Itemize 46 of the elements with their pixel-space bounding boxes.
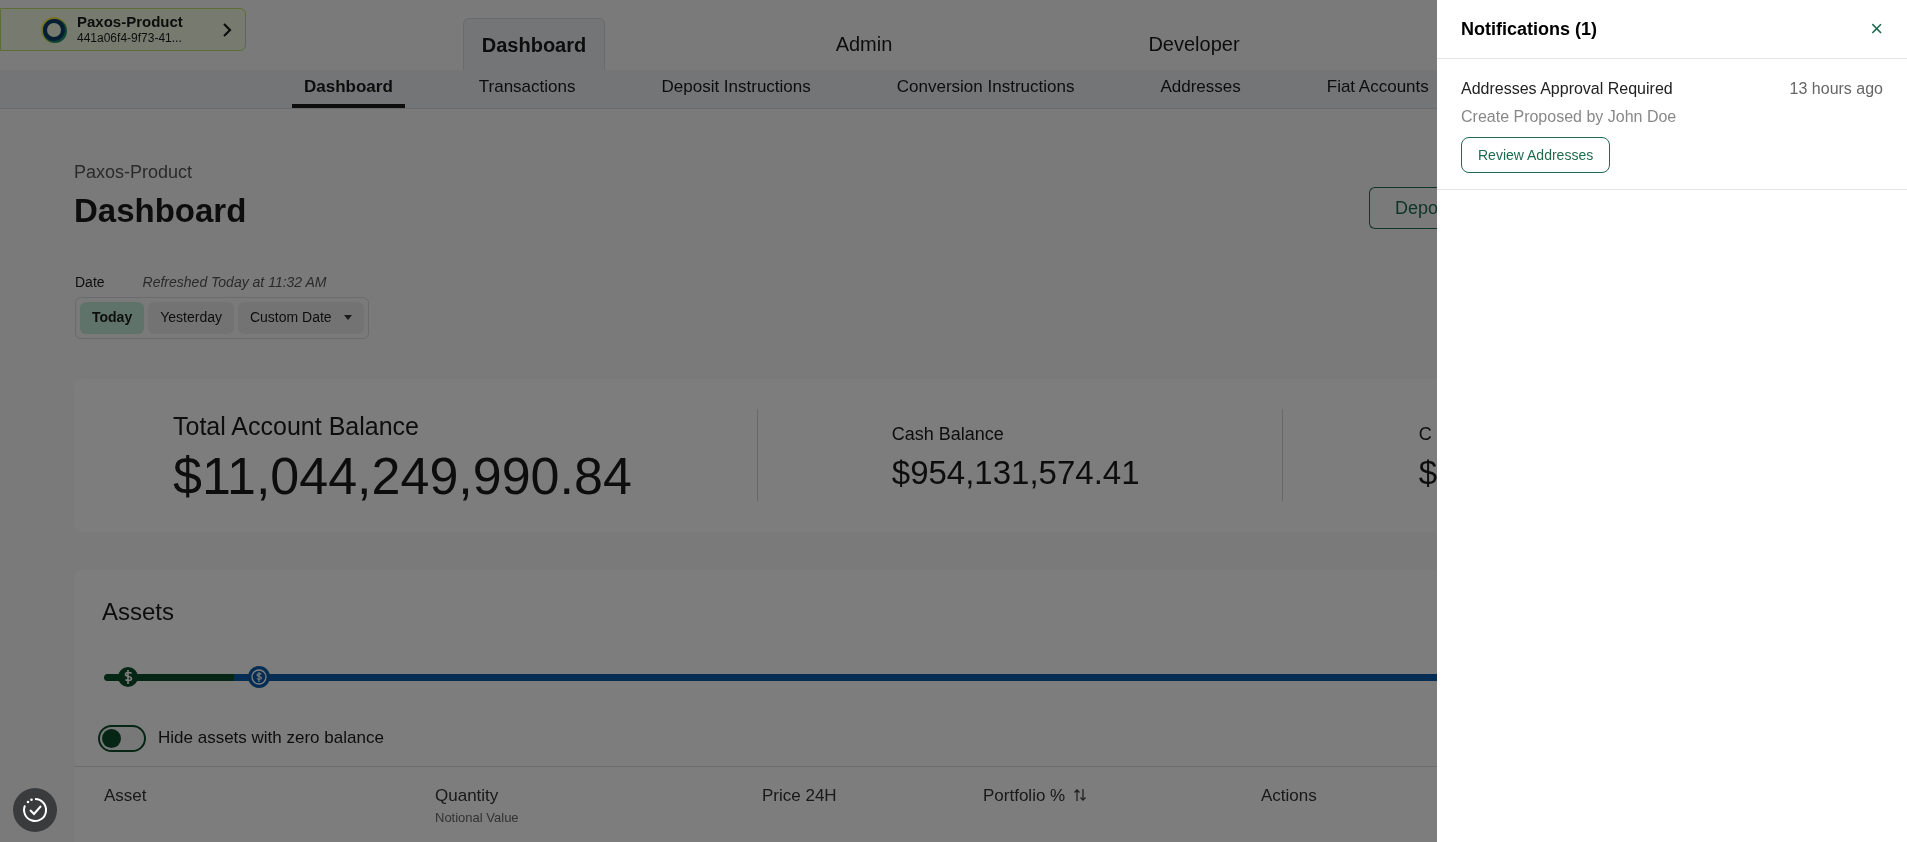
refresh-time: Refreshed Today at 11:32 AM (142, 272, 327, 292)
clock-check-icon (21, 796, 49, 824)
chevron-right-icon (221, 22, 233, 37)
assistant-button[interactable] (13, 788, 57, 832)
nav-tab[interactable]: Dashboard (292, 70, 405, 108)
breadcrumb: Paxos-Product (74, 161, 194, 184)
caret-down-icon (343, 315, 352, 320)
date-option[interactable]: Today (80, 301, 145, 334)
toggle-label: Hide assets with zero balance (158, 727, 384, 750)
balance-label: Cash Balance (891, 423, 1005, 446)
notification-subtitle: Create Proposed by John Doe (1461, 107, 1678, 127)
top-tab[interactable]: Developer (1123, 18, 1265, 70)
column-header: Price 24H (762, 784, 837, 807)
balance-label: Total Account Balance (173, 411, 420, 443)
column-header: Actions (1261, 784, 1317, 807)
account-id: 441a06f4-9f73-41... (77, 31, 182, 47)
notification-title: Addresses Approval Required (1461, 79, 1673, 99)
account-switcher[interactable]: Paxos-Product 441a06f4-9f73-41... (0, 8, 246, 51)
balance-amount: $954,131,574.41 (891, 456, 1141, 489)
toggle-switch[interactable] (98, 724, 146, 752)
section-title: Assets (101, 596, 176, 627)
sort-icon[interactable] (1073, 787, 1088, 804)
column-header: Portfolio % (983, 784, 1066, 807)
panel-title: Notifications (1) (1461, 17, 1597, 41)
balance-amount: $11,044,249,990.84 (173, 449, 633, 502)
nav-tab[interactable]: Conversion Instructions (884, 70, 1087, 108)
account-name: Paxos-Product (77, 12, 183, 32)
column-header: Asset (104, 784, 147, 807)
top-tab[interactable]: Dashboard (463, 18, 605, 70)
nav-tab[interactable]: Transactions (466, 70, 588, 108)
review-button[interactable]: Review Addresses (1461, 137, 1611, 173)
logo-icon (39, 14, 69, 45)
balance-label: C (1418, 423, 1433, 446)
top-tab[interactable]: Admin (793, 18, 935, 70)
date-option[interactable]: Yesterday (148, 301, 234, 334)
column-header: Quantity (435, 784, 499, 807)
date-option[interactable]: Custom Date (237, 301, 364, 334)
date-label: Date (75, 272, 105, 292)
close-button[interactable]: × (1870, 18, 1883, 40)
nav-tab[interactable]: Addresses (1148, 70, 1253, 108)
nav-tab[interactable]: Deposit Instructions (649, 70, 823, 108)
page-title: Dashboard (74, 191, 247, 231)
column-subheader: Notional Value (435, 809, 520, 827)
nav-tab[interactable]: Fiat Accounts (1314, 70, 1437, 108)
balance-amount: $ (1418, 456, 1437, 489)
notification-time: 13 hours ago (1789, 79, 1883, 99)
